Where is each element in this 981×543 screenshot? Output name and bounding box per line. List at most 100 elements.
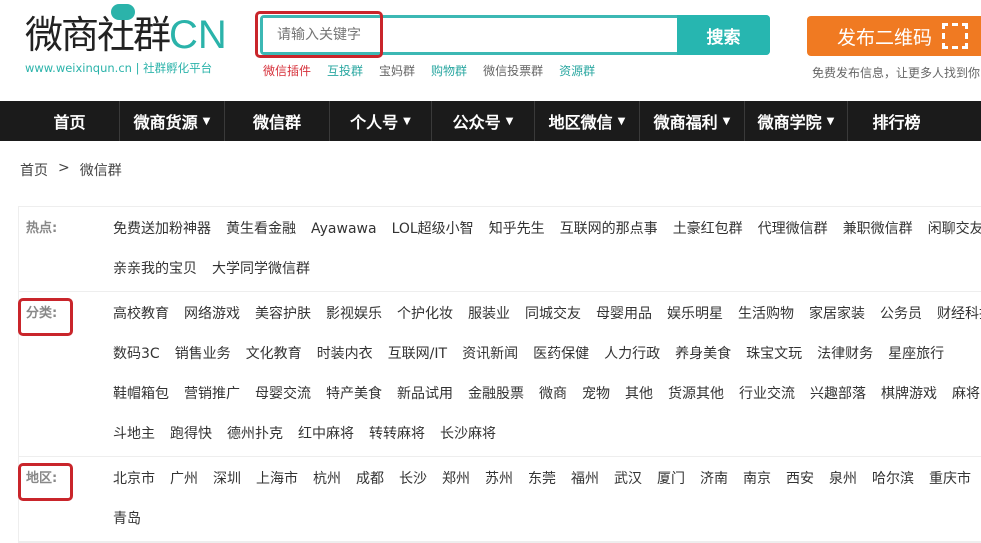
tag-link[interactable]: 西安 xyxy=(786,459,814,499)
tag-link[interactable]: 土豪红包群 xyxy=(673,209,743,249)
tag-link[interactable]: 网络游戏 xyxy=(184,294,240,334)
site-logo[interactable]: 微商社群CN www.weixinqun.cn | 社群孵化平台 xyxy=(25,4,227,76)
tag-link[interactable]: 转转麻将 xyxy=(369,414,425,454)
tag-link[interactable]: 亲亲我的宝贝 xyxy=(113,249,197,289)
tag-link[interactable]: 销售业务 xyxy=(175,334,231,374)
tag-link[interactable]: 北京市 xyxy=(113,459,155,499)
tag-link[interactable]: 德州扑克 xyxy=(227,414,283,454)
caret-down-icon: ▼ xyxy=(722,115,731,127)
nav-item[interactable]: 首页 xyxy=(20,101,120,141)
search-button[interactable]: 搜索 xyxy=(677,15,770,55)
hot-link[interactable]: 购物群 xyxy=(431,62,467,79)
hot-link[interactable]: 宝妈群 xyxy=(379,62,415,79)
tag-link[interactable]: 宠物 xyxy=(582,374,610,414)
tag-link[interactable]: 成都 xyxy=(356,459,384,499)
tag-link[interactable]: 跑得快 xyxy=(170,414,212,454)
tag-link[interactable]: 金融股票 xyxy=(468,374,524,414)
tag-link[interactable]: 养身美食 xyxy=(675,334,731,374)
nav-item[interactable]: 微商学院 ▼ xyxy=(745,101,848,141)
tag-link[interactable]: 上海市 xyxy=(256,459,298,499)
tag-link[interactable]: 公务员 xyxy=(880,294,922,334)
tag-link[interactable]: 斗地主 xyxy=(113,414,155,454)
tag-link[interactable]: 同城交友 xyxy=(525,294,581,334)
nav-item[interactable]: 微商福利 ▼ xyxy=(640,101,745,141)
tag-link[interactable]: 其他 xyxy=(625,374,653,414)
nav-item[interactable]: 地区微信 ▼ xyxy=(535,101,640,141)
tag-link[interactable]: 财经科技 xyxy=(937,294,981,334)
tag-link[interactable]: 微商 xyxy=(539,374,567,414)
tag-link[interactable]: 红中麻将 xyxy=(298,414,354,454)
breadcrumb-home[interactable]: 首页 xyxy=(20,160,48,180)
tag-link[interactable]: 高校教育 xyxy=(113,294,169,334)
tag-link[interactable]: 麻将 xyxy=(952,374,980,414)
hot-link[interactable]: 微信投票群 xyxy=(483,62,543,79)
tag-link[interactable]: 营销推广 xyxy=(184,374,240,414)
tag-link[interactable]: 资讯新闻 xyxy=(462,334,518,374)
tag-link[interactable]: 兼职微信群 xyxy=(843,209,913,249)
tag-link[interactable]: 深圳 xyxy=(213,459,241,499)
tag-link[interactable]: 母婴交流 xyxy=(255,374,311,414)
tag-link[interactable]: 棋牌游戏 xyxy=(881,374,937,414)
tag-link[interactable]: LOL超级小智 xyxy=(392,209,474,249)
tag-link[interactable]: 厦门 xyxy=(657,459,685,499)
tag-link[interactable]: 泉州 xyxy=(829,459,857,499)
tag-link[interactable]: 医药保健 xyxy=(533,334,589,374)
tag-link[interactable]: 影视娱乐 xyxy=(326,294,382,334)
tag-link[interactable]: 人力行政 xyxy=(604,334,660,374)
publish-qrcode-button[interactable]: 发布二维码 xyxy=(807,16,981,56)
tag-link[interactable]: 长沙 xyxy=(399,459,427,499)
tag-link[interactable]: 广州 xyxy=(170,459,198,499)
tag-link[interactable]: 数码3C xyxy=(113,334,160,374)
highlight-box xyxy=(255,11,383,58)
tag-link[interactable]: 武汉 xyxy=(614,459,642,499)
tag-link[interactable]: 家居家装 xyxy=(809,294,865,334)
tag-link[interactable]: 福州 xyxy=(571,459,599,499)
tag-link[interactable]: 互联网/IT xyxy=(388,334,447,374)
tag-link[interactable]: 兴趣部落 xyxy=(810,374,866,414)
tag-link[interactable]: 新品试用 xyxy=(397,374,453,414)
tag-link[interactable]: 苏州 xyxy=(485,459,513,499)
tag-link[interactable]: 青岛 xyxy=(113,499,141,539)
nav-item[interactable]: 公众号 ▼ xyxy=(432,101,535,141)
tag-link[interactable]: Ayawawa xyxy=(311,209,377,249)
tag-link[interactable]: 大学同学微信群 xyxy=(212,249,310,289)
tag-link[interactable]: 南京 xyxy=(743,459,771,499)
nav-item[interactable]: 个人号 ▼ xyxy=(330,101,432,141)
tag-link[interactable]: 母婴用品 xyxy=(596,294,652,334)
hot-link[interactable]: 微信插件 xyxy=(263,62,311,79)
tag-link[interactable]: 杭州 xyxy=(313,459,341,499)
hot-link[interactable]: 资源群 xyxy=(559,62,595,79)
tag-link[interactable]: 法律财务 xyxy=(817,334,873,374)
tag-link[interactable]: 货源其他 xyxy=(668,374,724,414)
tag-link[interactable]: 东莞 xyxy=(528,459,556,499)
tag-link[interactable]: 娱乐明星 xyxy=(667,294,723,334)
tag-link[interactable]: 长沙麻将 xyxy=(440,414,496,454)
tag-link[interactable]: 星座旅行 xyxy=(888,334,944,374)
tag-link[interactable]: 珠宝文玩 xyxy=(746,334,802,374)
tag-link[interactable]: 哈尔滨 xyxy=(872,459,914,499)
tag-link[interactable]: 济南 xyxy=(700,459,728,499)
tag-link[interactable]: 鞋帽箱包 xyxy=(113,374,169,414)
tag-link[interactable]: 知乎先生 xyxy=(489,209,545,249)
tag-link[interactable]: 互联网的那点事 xyxy=(560,209,658,249)
tag-link[interactable]: 文化教育 xyxy=(246,334,302,374)
tag-link[interactable]: 个护化妆 xyxy=(397,294,453,334)
tag-link[interactable]: 免费送加粉神器 xyxy=(113,209,211,249)
tag-link[interactable]: 服装业 xyxy=(468,294,510,334)
nav-item[interactable]: 微信群 xyxy=(225,101,330,141)
hot-link[interactable]: 互投群 xyxy=(327,62,363,79)
tag-link[interactable]: 生活购物 xyxy=(738,294,794,334)
tag-link[interactable]: 重庆市 xyxy=(929,459,971,499)
tag-link[interactable]: 闲聊交友群 xyxy=(928,209,981,249)
tag-link[interactable]: 美容护肤 xyxy=(255,294,311,334)
breadcrumb: 首页 > 微信群 xyxy=(20,160,122,180)
tag-link[interactable]: 行业交流 xyxy=(739,374,795,414)
tag-link[interactable]: 黄生看金融 xyxy=(226,209,296,249)
nav-item[interactable]: 微商货源 ▼ xyxy=(120,101,225,141)
tag-link[interactable]: 郑州 xyxy=(442,459,470,499)
tag-link[interactable]: 时装内衣 xyxy=(317,334,373,374)
tag-link[interactable]: 特产美食 xyxy=(326,374,382,414)
nav-item[interactable]: 排行榜 xyxy=(848,101,945,141)
tag-link[interactable]: 代理微信群 xyxy=(758,209,828,249)
nav-item-label: 微商学院 xyxy=(757,113,822,132)
